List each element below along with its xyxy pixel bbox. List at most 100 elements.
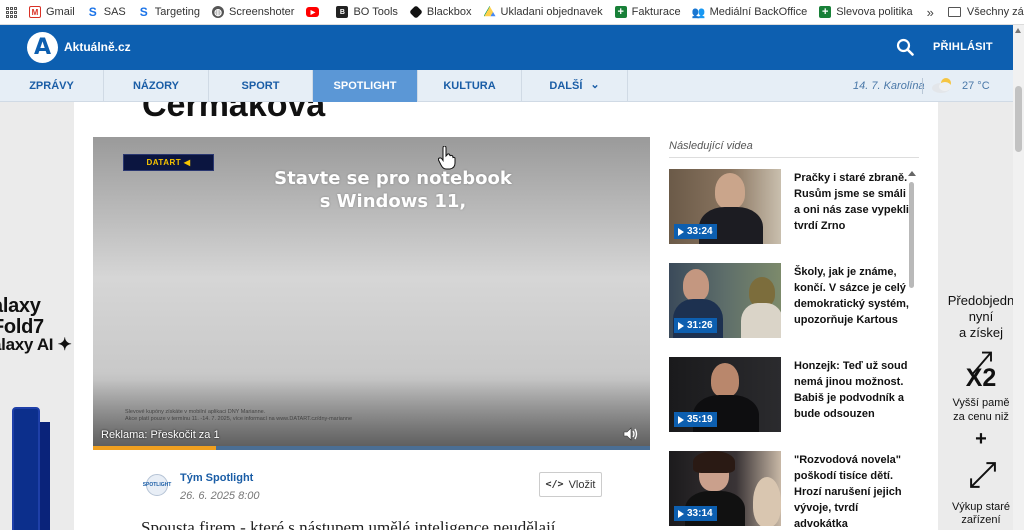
site-logo-text[interactable]: Aktuálně.cz (64, 40, 131, 54)
bookmark-youtube[interactable]: ▶ (300, 0, 330, 25)
next-video-item[interactable]: 31:26 Školy, jak je známe, končí. V sázc… (669, 263, 914, 338)
duration-badge: 33:24 (674, 224, 717, 239)
bookmark-fakturace[interactable]: + Fakturace (609, 0, 687, 25)
person-image (683, 269, 709, 301)
duration-label: 31:26 (687, 320, 713, 331)
bo-icon: B (336, 6, 349, 18)
bookmark-blackbox[interactable]: Blackbox (404, 0, 478, 25)
bookmark-sas[interactable]: S SAS (81, 0, 132, 25)
scroll-up-arrow-icon[interactable] (908, 171, 916, 176)
video-thumbnail[interactable]: 33:24 (669, 169, 781, 244)
article-lead: Spousta firem - které s nástupem umělé i… (141, 518, 556, 530)
phone-image (40, 422, 50, 530)
bookmark-label: Fakturace (631, 6, 681, 18)
datart-logo: DATART ◀ (123, 154, 214, 171)
video-player[interactable]: DATART ◀ Stavte se pro notebook s Window… (93, 137, 650, 450)
video-progress-fill (93, 446, 216, 450)
bookmark-label: Mediální BackOffice (709, 6, 808, 18)
small-print-line: Akce platí pouze v termínu 11. -14. 7. 2… (125, 416, 353, 422)
video-progress-bar[interactable] (93, 446, 650, 450)
video-thumbnail[interactable]: 31:26 (669, 263, 781, 338)
bookmark-label: Screenshoter (229, 6, 295, 18)
tab-label: SPOTLIGHT (333, 80, 397, 92)
bookmark-label: Targeting (154, 6, 201, 18)
bookmark-gmail[interactable]: M Gmail (23, 0, 81, 25)
duration-badge: 33:14 (674, 506, 717, 521)
all-bookmarks-label: Všechny záložky (966, 6, 1024, 18)
person-image (753, 477, 781, 526)
tab-label: NÁZORY (132, 80, 180, 92)
duration-badge: 31:26 (674, 318, 717, 333)
bookmark-label: BO Tools (353, 6, 398, 18)
person-image (693, 451, 735, 473)
apps-button[interactable] (0, 0, 23, 25)
next-video-title[interactable]: Honzejk: Teď už soud nemá jinou možnost.… (794, 358, 912, 422)
video-ad-headline: Stavte se pro notebook s Windows 11, (243, 167, 543, 213)
next-video-title[interactable]: "Rozvodová novela" poškodí tisíce dětí. … (794, 452, 912, 530)
page-scrollbar-thumb[interactable] (1015, 86, 1022, 152)
chevron-down-icon: ⌄ (590, 78, 600, 91)
embed-button[interactable]: </> Vložit (539, 472, 602, 497)
bookmark-label: Slevova politika (836, 6, 913, 18)
tab-dalsi[interactable]: DALŠÍ ⌄ (522, 70, 628, 102)
all-bookmarks-folder[interactable]: Všechny záložky (942, 0, 1024, 25)
bookmark-screenshoter[interactable]: ◍ Screenshoter (206, 0, 300, 25)
login-button[interactable]: PŘIHLÁSIT (933, 41, 993, 53)
next-video-title[interactable]: Pračky i staré zbraně. Rusům jsme se smá… (794, 170, 912, 234)
bookmarks-bar: M Gmail S SAS S Targeting ◍ Screenshoter… (0, 0, 1024, 25)
tab-spotlight[interactable]: SPOTLIGHT (313, 70, 418, 102)
bookmark-medialni-backoffice[interactable]: 👥 Mediální BackOffice (687, 0, 814, 25)
tab-kultura[interactable]: KULTURA (418, 70, 522, 102)
video-thumbnail[interactable]: 35:19 (669, 357, 781, 432)
site-logo[interactable]: A (27, 32, 58, 63)
bookmark-bo-tools[interactable]: B BO Tools (330, 0, 403, 25)
divider (669, 157, 919, 158)
next-video-title[interactable]: Školy, jak je známe, končí. V sázce je c… (794, 264, 912, 328)
skip-ad-button[interactable]: Reklama: Přeskočit za 1 (101, 429, 220, 441)
tab-label: KULTURA (443, 80, 496, 92)
sheets-plus-icon: + (819, 6, 832, 18)
tab-nazory[interactable]: NÁZORY (104, 70, 209, 102)
scroll-up-arrow-icon[interactable] (1015, 28, 1021, 33)
embed-label: Vložit (568, 478, 596, 491)
ad-text: Výkup staré (951, 501, 1011, 513)
bookmark-label: Gmail (46, 6, 75, 18)
bookmark-label: Blackbox (426, 6, 472, 18)
sheets-plus-icon: + (614, 6, 627, 18)
video-thumbnail[interactable]: 33:14 (669, 451, 781, 526)
volume-icon[interactable] (623, 427, 639, 441)
left-banner-ad[interactable]: alaxy Fold7 alaxy AI ✦ (0, 102, 74, 530)
search-icon[interactable] (896, 38, 914, 56)
next-video-item[interactable]: 33:24 Pračky i staré zbraně. Rusům jsme … (669, 169, 914, 244)
person-image (715, 173, 745, 209)
duration-label: 33:14 (687, 508, 713, 519)
globe-icon: ◍ (212, 6, 225, 18)
duration-badge: 35:19 (674, 412, 717, 427)
bookmarks-more-button[interactable]: » (919, 0, 942, 25)
right-banner-ad[interactable]: Předobjedn nyní a získej X2 Vyšší pamě z… (938, 102, 1013, 530)
duration-label: 33:24 (687, 226, 713, 237)
play-icon (678, 321, 684, 330)
next-video-item[interactable]: 33:14 "Rozvodová novela" poškodí tisíce … (669, 451, 914, 530)
tab-label: DALŠÍ (549, 80, 583, 92)
next-video-item[interactable]: 35:19 Honzejk: Teď už soud nemá jinou mo… (669, 357, 914, 432)
sidebar-scrollbar-thumb[interactable] (909, 182, 914, 288)
ad-text: + (975, 428, 987, 450)
bookmark-ukladani[interactable]: Ukladani objednavek (478, 0, 609, 25)
ad-text: Předobjedn (947, 293, 1013, 308)
ad-text: za cenu niž (953, 411, 1009, 423)
people-icon: 👥 (691, 6, 706, 19)
bookmark-targeting[interactable]: S Targeting (132, 0, 206, 25)
tab-sport[interactable]: SPORT (209, 70, 313, 102)
bookmark-label: SAS (103, 6, 126, 18)
tab-zpravy[interactable]: ZPRÁVY (0, 70, 104, 102)
bookmark-slevova-politika[interactable]: + Slevova politika (813, 0, 918, 25)
folder-icon (947, 7, 961, 17)
video-ad-line: s Windows 11, (319, 191, 467, 212)
author-avatar: SPOTLIGHT (143, 474, 171, 496)
author-name[interactable]: Tým Spotlight (180, 472, 253, 484)
exchange-arrows-icon (970, 462, 996, 488)
person-image (711, 363, 739, 397)
tab-label: SPORT (241, 80, 280, 92)
cube-icon (409, 5, 423, 19)
